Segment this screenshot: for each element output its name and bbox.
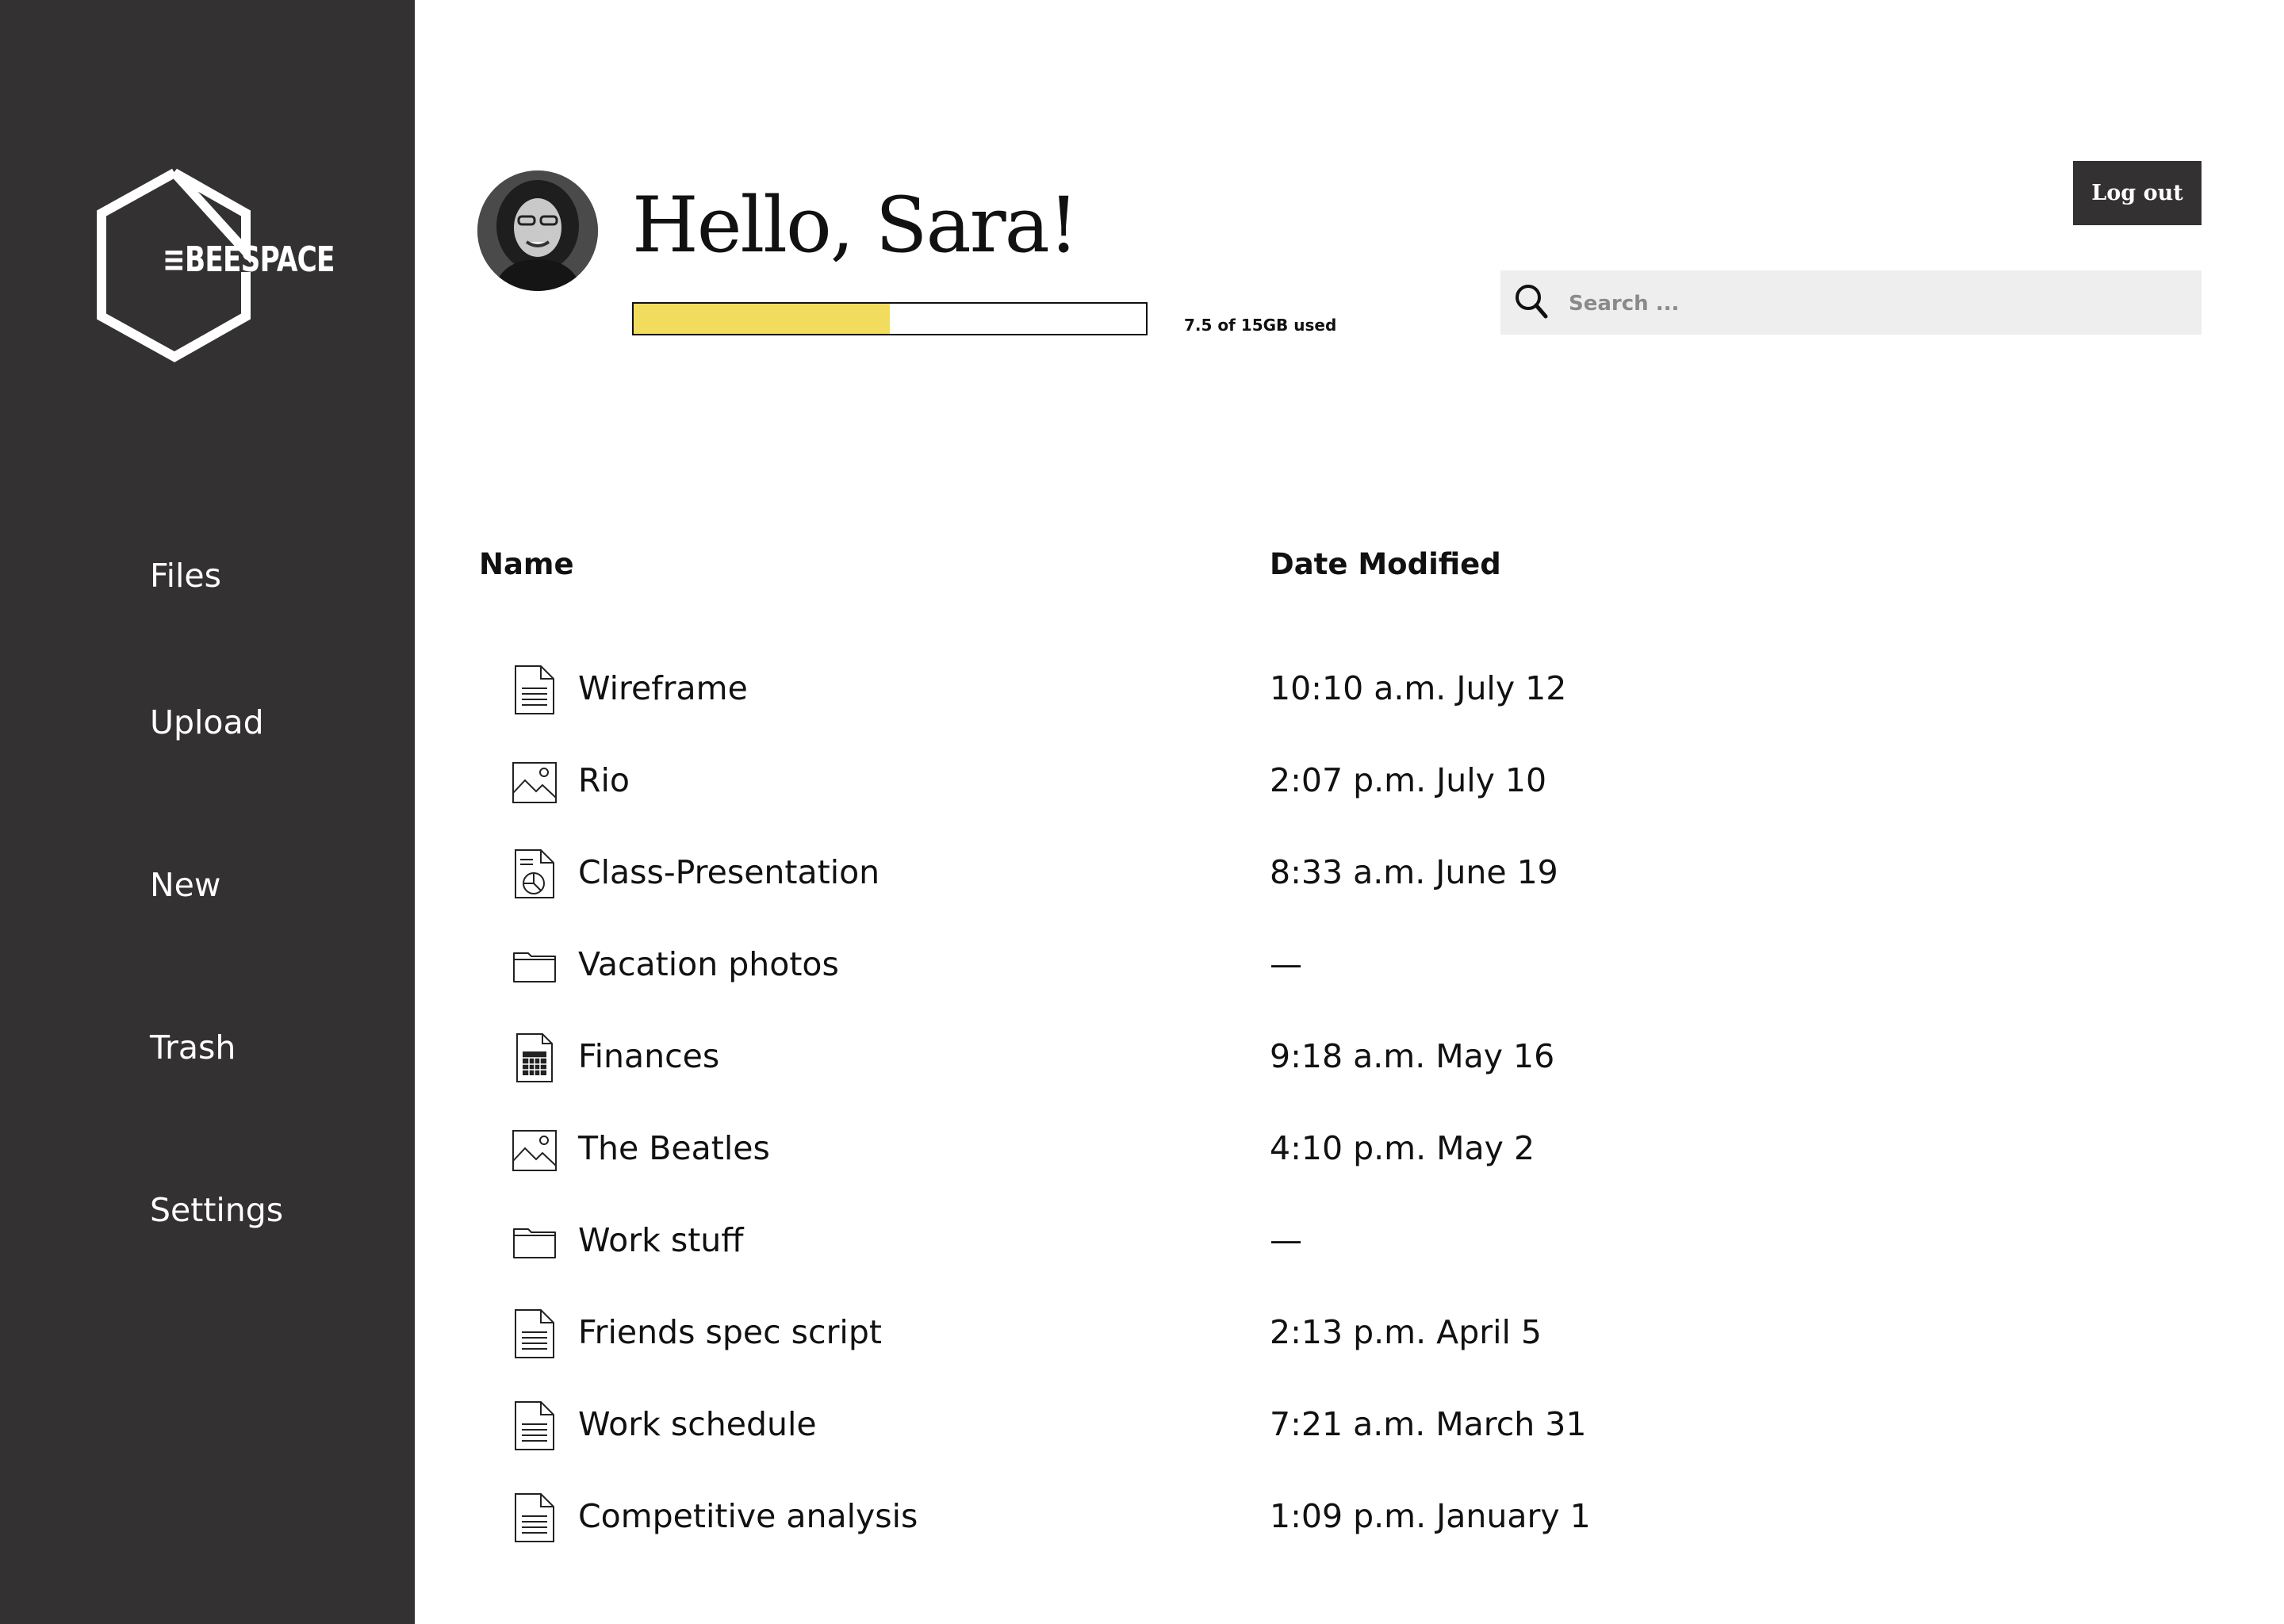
file-row[interactable]: Work stuff — bbox=[476, 1202, 2181, 1281]
file-date: 1:09 p.m. January 1 bbox=[1270, 1497, 1591, 1535]
document-icon bbox=[515, 1401, 554, 1450]
file-name: Competitive analysis bbox=[578, 1497, 918, 1535]
file-date: 2:13 p.m. April 5 bbox=[1270, 1313, 1542, 1351]
file-date: 7:21 a.m. March 31 bbox=[1270, 1405, 1587, 1443]
sidebar-item-new[interactable]: New bbox=[150, 866, 220, 904]
file-row[interactable]: Vacation photos — bbox=[476, 926, 2181, 1005]
file-date: 8:33 a.m. June 19 bbox=[1270, 853, 1558, 891]
sidebar-item-files[interactable]: Files bbox=[150, 557, 221, 595]
file-row[interactable]: The Beatles 4:10 p.m. May 2 bbox=[476, 1110, 2181, 1189]
file-name: Wireframe bbox=[578, 669, 748, 707]
file-row[interactable]: Work schedule 7:21 a.m. March 31 bbox=[476, 1386, 2181, 1465]
file-date: 9:18 a.m. May 16 bbox=[1270, 1037, 1555, 1075]
app-root: ≡BEESPACE Files Upload New Trash Setting… bbox=[0, 0, 2284, 1624]
file-row[interactable]: Wireframe 10:10 a.m. July 12 bbox=[476, 650, 2181, 730]
file-row[interactable]: Competitive analysis 1:09 p.m. January 1 bbox=[476, 1478, 2181, 1557]
presentation-icon bbox=[515, 849, 554, 898]
file-row[interactable]: Finances 9:18 a.m. May 16 bbox=[476, 1018, 2181, 1097]
sidebar-item-upload[interactable]: Upload bbox=[150, 703, 264, 741]
document-icon bbox=[515, 1309, 554, 1358]
file-name: Work stuff bbox=[578, 1221, 744, 1259]
file-date: 10:10 a.m. July 12 bbox=[1270, 669, 1567, 707]
file-row[interactable]: Friends spec script 2:13 p.m. April 5 bbox=[476, 1294, 2181, 1373]
file-name: Rio bbox=[578, 761, 630, 799]
sidebar-item-trash[interactable]: Trash bbox=[150, 1028, 236, 1067]
greeting-heading: Hello, Sara! bbox=[632, 181, 1079, 270]
column-header-name[interactable]: Name bbox=[479, 547, 574, 581]
image-icon bbox=[512, 1130, 557, 1171]
sidebar: ≡BEESPACE Files Upload New Trash Setting… bbox=[0, 0, 415, 1624]
folder-icon bbox=[513, 1228, 556, 1258]
storage-progress-fill bbox=[634, 304, 890, 334]
file-date: 2:07 p.m. July 10 bbox=[1270, 761, 1547, 799]
search-input[interactable] bbox=[1567, 270, 2189, 336]
search-icon[interactable] bbox=[1510, 280, 1554, 324]
user-photo-icon bbox=[477, 170, 598, 291]
file-date: — bbox=[1270, 1221, 1302, 1259]
file-row[interactable]: Rio 2:07 p.m. July 10 bbox=[476, 742, 2181, 822]
file-date: — bbox=[1270, 945, 1302, 983]
beespace-logo[interactable]: ≡BEESPACE bbox=[87, 167, 341, 365]
column-header-date-modified[interactable]: Date Modified bbox=[1270, 547, 1501, 581]
logout-button[interactable]: Log out bbox=[2073, 161, 2202, 225]
storage-progress-bar bbox=[632, 302, 1148, 335]
file-name: Vacation photos bbox=[578, 945, 839, 983]
storage-usage-text: 7.5 of 15GB used bbox=[1184, 316, 1337, 335]
sidebar-item-settings[interactable]: Settings bbox=[150, 1191, 283, 1229]
file-name: Class-Presentation bbox=[578, 853, 880, 891]
document-icon bbox=[515, 1493, 554, 1542]
brand-name: ≡BEESPACE bbox=[163, 239, 335, 280]
file-name: Finances bbox=[578, 1037, 720, 1075]
spreadsheet-icon bbox=[516, 1033, 553, 1082]
file-row[interactable]: Class-Presentation 8:33 a.m. June 19 bbox=[476, 834, 2181, 914]
image-icon bbox=[512, 762, 557, 803]
file-name: The Beatles bbox=[578, 1129, 770, 1167]
file-name: Work schedule bbox=[578, 1405, 817, 1443]
search-bar[interactable] bbox=[1500, 270, 2202, 336]
folder-icon bbox=[513, 952, 556, 982]
file-name: Friends spec script bbox=[578, 1313, 882, 1351]
document-icon bbox=[515, 665, 554, 714]
avatar[interactable] bbox=[477, 170, 598, 291]
file-date: 4:10 p.m. May 2 bbox=[1270, 1129, 1535, 1167]
